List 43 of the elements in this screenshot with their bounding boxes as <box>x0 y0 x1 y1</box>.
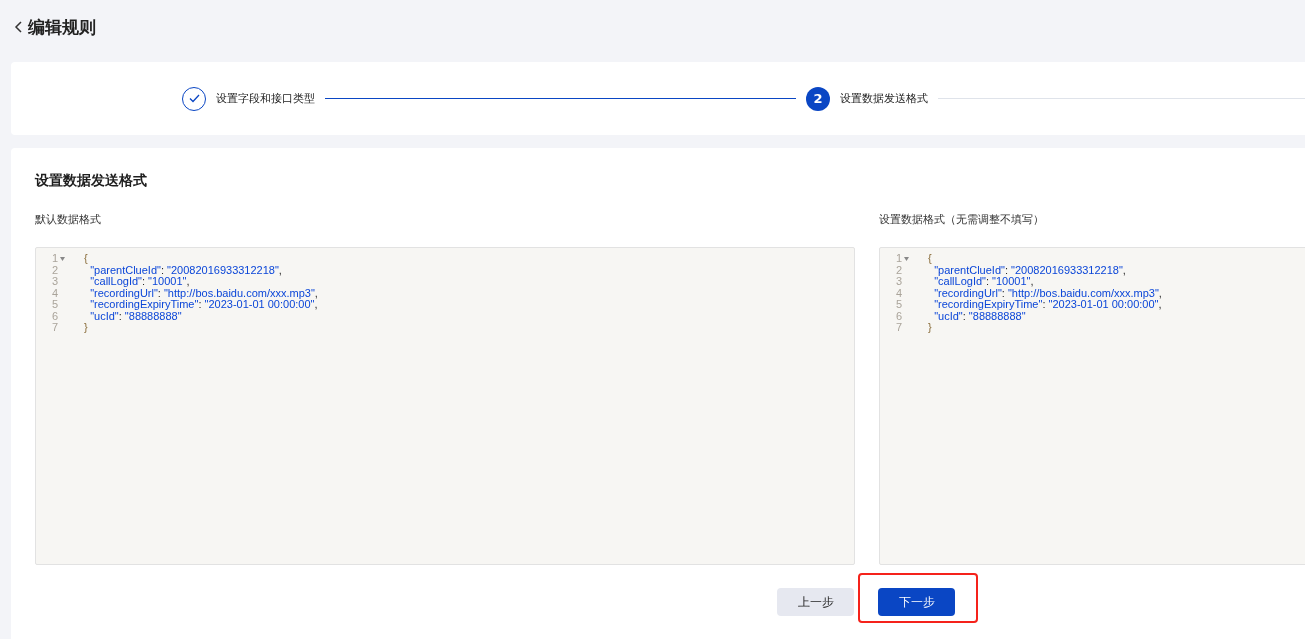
code-line: "callLogId": "10001", <box>89 276 190 288</box>
code-line: "parentClueId": "20082016933312218", <box>933 264 1126 276</box>
line-number: 7 <box>894 322 902 334</box>
code-line: "callLogId": "10001", <box>933 276 1034 288</box>
editor-label: 默认数据格式 <box>35 212 102 227</box>
code-editor[interactable]: 1 { 2 "parentClueId": "20082016933312218", 3 "callLogId": "10001", 4 "recordingUrl": "http://bos.baidu.com/xxx.mp3", 5 "recordingExpiryTime": "2023-01-01 00:00:00", 6 "ucId": "88888888" 7 } <box>879 247 1305 565</box>
code-line: { <box>84 253 88 265</box>
line-number: 6 <box>894 310 902 322</box>
line-number: 4 <box>50 287 58 299</box>
code-line: "recordingUrl": "http://bos.baidu.com/xxx.mp3", <box>89 287 318 299</box>
previous-button[interactable]: 上一步 <box>777 588 854 616</box>
page-title: 编辑规则 <box>28 15 96 39</box>
step-circle: 2 <box>806 86 831 111</box>
code-line: "recordingExpiryTime": "2023-01-01 00:00:00", <box>89 299 318 311</box>
check-icon <box>188 94 200 103</box>
line-number: 6 <box>50 310 58 322</box>
code-line: { <box>928 253 932 265</box>
line-number: 5 <box>894 299 902 311</box>
line-number: 2 <box>50 264 58 276</box>
line-number: 4 <box>894 287 902 299</box>
fold-icon[interactable] <box>59 256 65 261</box>
step-label: 设置字段和接口类型 <box>216 91 315 106</box>
editor-label: 设置数据格式（无需调整不填写） <box>879 212 1045 227</box>
code-line: } <box>928 322 932 334</box>
code-line: } <box>84 322 88 334</box>
line-number: 1 <box>894 253 902 265</box>
code-line: "ucId": "88888888" <box>933 310 1026 322</box>
line-number: 1 <box>50 253 58 265</box>
line-number: 3 <box>894 276 902 288</box>
back-icon[interactable] <box>14 20 24 34</box>
line-number: 2 <box>894 264 902 276</box>
line-number: 7 <box>50 322 58 334</box>
line-number: 3 <box>50 276 58 288</box>
fold-icon[interactable] <box>903 256 909 261</box>
code-line: "parentClueId": "20082016933312218", <box>89 264 282 276</box>
section-title: 设置数据发送格式 <box>35 172 148 190</box>
code-line: "recordingExpiryTime": "2023-01-01 00:00:00", <box>933 299 1162 311</box>
code-line: "ucId": "88888888" <box>89 310 182 322</box>
code-editor[interactable]: 1 { 2 "parentClueId": "20082016933312218", 3 "callLogId": "10001", 4 "recordingUrl": "http://bos.baidu.com/xxx.mp3", 5 "recordingExpiryTime": "2023-01-01 00:00:00", 6 "ucId": "88888888" 7 } <box>35 247 855 565</box>
line-number: 5 <box>50 299 58 311</box>
next-button[interactable]: 下一步 <box>878 588 955 616</box>
code-line: "recordingUrl": "http://bos.baidu.com/xxx.mp3", <box>933 287 1162 299</box>
step-label: 设置数据发送格式 <box>840 91 929 106</box>
